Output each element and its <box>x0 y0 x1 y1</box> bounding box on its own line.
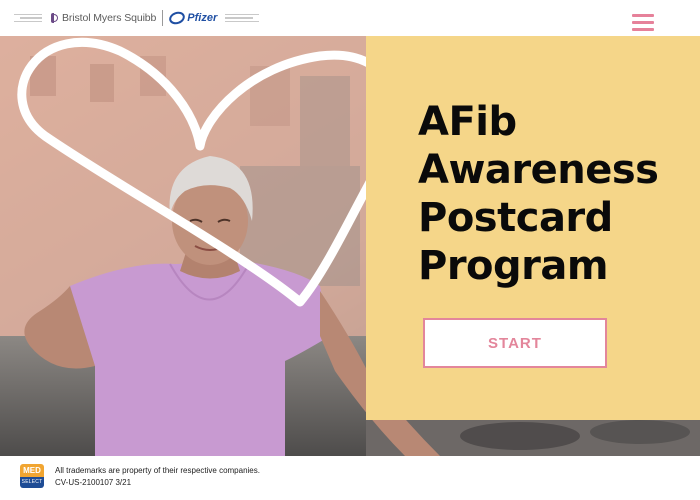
brand-logos[interactable]: Bristol Myers Squibb Pfizer <box>14 8 260 28</box>
site-header: Bristol Myers Squibb Pfizer <box>0 0 700 36</box>
trademark-notice: All trademarks are property of their res… <box>55 466 260 475</box>
hero-section: AFib Awareness Postcard Program START <box>0 36 700 456</box>
hamburger-menu-icon[interactable] <box>632 14 654 32</box>
pfizer-logo-text: Pfizer <box>187 12 218 24</box>
legal-text: All trademarks are property of their res… <box>55 465 260 489</box>
start-button[interactable]: START <box>423 318 607 368</box>
speed-lines-right <box>225 13 260 23</box>
badge-bottom: SELECT <box>20 477 44 488</box>
document-code: CV-US-2100107 3/21 <box>55 478 132 487</box>
page-title: AFib Awareness Postcard Program <box>418 98 688 290</box>
bms-logo-icon <box>50 13 59 23</box>
pfizer-logo-icon <box>169 11 186 25</box>
title-line: Program <box>418 243 609 289</box>
med-select-badge: MED SELECT <box>20 464 44 488</box>
title-line: AFib <box>418 99 517 145</box>
bms-logo-text: Bristol Myers Squibb <box>62 12 157 24</box>
speed-lines-left <box>14 13 42 23</box>
badge-top: MED <box>20 464 44 477</box>
title-line: Awareness <box>418 147 659 193</box>
site-footer: MED SELECT All trademarks are property o… <box>0 456 700 500</box>
title-line: Postcard <box>418 195 613 241</box>
logo-divider <box>162 10 164 26</box>
